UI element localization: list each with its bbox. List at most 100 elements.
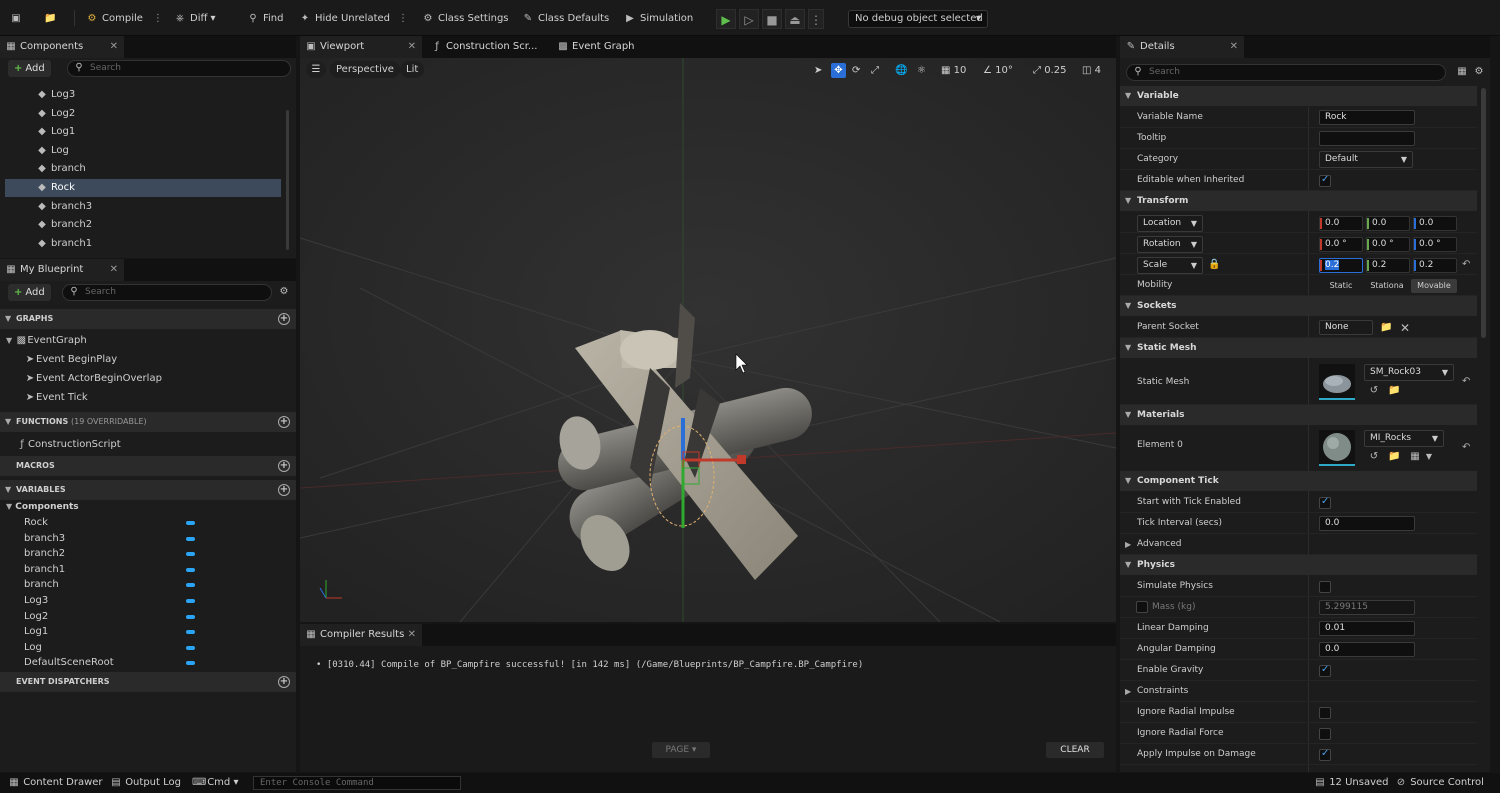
gear-icon[interactable]: ⚙ (278, 286, 290, 298)
variable-item[interactable]: Log (24, 640, 224, 655)
browse-asset-icon[interactable]: 📁 (1388, 451, 1400, 463)
component-tree-item[interactable]: ◆ Log2 (5, 105, 281, 123)
console-command-input[interactable]: Enter Console Command (253, 776, 461, 790)
ignore-radial-force-checkbox[interactable] (1319, 728, 1331, 740)
angular-damping-field[interactable]: 0.0 (1319, 642, 1415, 657)
location-x-field[interactable]: 0.0 (1319, 216, 1363, 231)
page-dropdown[interactable]: PAGE ▾ (652, 742, 710, 758)
enable-gravity-checkbox[interactable] (1319, 664, 1331, 677)
rotation-x-field[interactable]: 0.0 ° (1319, 237, 1363, 252)
sockets-section-header[interactable]: ▼ Sockets (1120, 296, 1477, 316)
scale-mode-dropdown[interactable]: Scale ▼ (1137, 257, 1203, 274)
browse-icon[interactable]: 📁 (44, 9, 60, 29)
rotation-y-field[interactable]: 0.0 ° (1366, 237, 1410, 252)
material-dropdown[interactable]: MI_Rocks ▼ (1364, 430, 1444, 447)
close-icon[interactable]: ✕ (110, 36, 118, 58)
lock-icon[interactable]: 🔒 (1208, 259, 1220, 271)
location-z-field[interactable]: 0.0 (1413, 216, 1457, 231)
tab-viewport[interactable]: ▣ Viewport ✕ (300, 36, 422, 58)
mobility-movable-option[interactable]: Movable (1411, 279, 1457, 293)
static-mesh-section-header[interactable]: ▼ Static Mesh (1120, 338, 1477, 358)
component-tree-item[interactable]: ◆ Log3 (5, 86, 281, 104)
variable-item[interactable]: branch2 (24, 546, 224, 561)
materials-section-header[interactable]: ▼ Materials (1120, 405, 1477, 425)
details-scrollbar[interactable] (1481, 88, 1486, 338)
tick-interval-field[interactable]: 0.0 (1319, 516, 1415, 531)
parent-socket-field[interactable]: None (1319, 320, 1373, 335)
tab-components[interactable]: ▦ Components ✕ (0, 36, 124, 58)
static-mesh-dropdown[interactable]: SM_Rock03 ▼ (1364, 364, 1454, 381)
rotation-mode-dropdown[interactable]: Rotation ▼ (1137, 236, 1203, 253)
component-tree-item[interactable]: ◆ branch1 (5, 235, 281, 253)
scale-mode-icon[interactable]: ⤢ (871, 63, 879, 78)
variable-item[interactable]: branch (24, 577, 224, 592)
component-tick-section-header[interactable]: ▼ Component Tick (1120, 471, 1477, 491)
browse-folder-icon[interactable]: 📁 (1380, 322, 1392, 334)
component-tree-item[interactable]: ◆ branch3 (5, 198, 281, 216)
variable-name-field[interactable]: Rock (1319, 110, 1415, 125)
variables-section-header[interactable]: ▼ VARIABLES + (0, 480, 296, 500)
component-tree-item[interactable]: ◆ Log1 (5, 123, 281, 141)
use-selected-icon[interactable]: ↺ (1368, 385, 1380, 397)
diff-button[interactable]: ⎈ Diff ▾ (174, 9, 216, 29)
level-viewport[interactable]: ☰ Perspective Lit (300, 58, 1116, 622)
reset-to-default-icon[interactable]: ↶ (1462, 442, 1470, 453)
variable-item[interactable]: Log1 (24, 624, 224, 639)
tab-construction-script[interactable]: ƒ Construction Scr... (426, 36, 546, 58)
chevron-down-icon[interactable]: ▼ (1423, 451, 1435, 463)
components-variable-group[interactable]: ▼ Components (6, 499, 79, 515)
variable-item[interactable]: DefaultSceneRoot (24, 655, 224, 670)
variable-item[interactable]: Log2 (24, 609, 224, 624)
source-control-button[interactable]: ⊘ Source Control (1395, 776, 1484, 790)
select-mode-icon[interactable]: ➤ (814, 63, 822, 78)
tab-event-graph[interactable]: ▩ Event Graph (552, 36, 652, 58)
class-defaults-button[interactable]: ✎ Class Defaults (522, 9, 609, 29)
rotation-z-field[interactable]: 0.0 ° (1413, 237, 1457, 252)
add-graph-icon[interactable]: + (278, 313, 290, 325)
mobility-static-option[interactable]: Static (1319, 279, 1363, 293)
close-icon[interactable]: ✕ (408, 624, 416, 646)
output-log-button[interactable]: ▤ Output Log (110, 776, 181, 790)
component-tree-item[interactable]: ◆ branch2 (5, 216, 281, 234)
advance-frame-button[interactable]: ▷ (739, 9, 759, 29)
constraints-row[interactable]: ▶ Constraints (1120, 681, 1477, 702)
components-search-input[interactable]: ⚲ Search (67, 60, 291, 77)
grid-snap-toggle[interactable]: ▦ 10 (941, 63, 966, 78)
variable-section-header[interactable]: ▼ Variable (1120, 86, 1477, 106)
table-view-icon[interactable]: ▦ (1456, 66, 1468, 78)
static-mesh-thumbnail[interactable] (1319, 364, 1355, 400)
category-dropdown[interactable]: Default ▼ (1319, 151, 1413, 168)
material-thumbnail[interactable] (1319, 430, 1355, 466)
class-settings-button[interactable]: ⚙ Class Settings (422, 9, 509, 29)
macros-section-header[interactable]: MACROS + (0, 456, 296, 476)
event-item[interactable]: ➤ Event ActorBeginOverlap (24, 369, 162, 388)
component-tree-item[interactable]: ◆ Rock (5, 179, 281, 197)
advanced-row[interactable]: ▶ Advanced (1120, 534, 1477, 555)
linear-damping-field[interactable]: 0.01 (1319, 621, 1415, 636)
world-local-icon[interactable]: 🌐 (895, 63, 907, 78)
scale-z-field[interactable]: 0.2 (1413, 258, 1457, 273)
material-options-icon[interactable]: ▦ (1409, 451, 1421, 463)
add-blueprint-item-button[interactable]: + Add (8, 284, 51, 301)
mass-override-checkbox[interactable] (1136, 601, 1148, 613)
clear-button[interactable]: CLEAR (1046, 742, 1104, 758)
debug-object-select[interactable]: No debug object selected ▾ (848, 10, 988, 28)
graphs-section-header[interactable]: ▼ GRAPHS + (0, 309, 296, 329)
close-icon[interactable]: ✕ (408, 36, 416, 58)
blueprint-search-input[interactable]: ⚲ Search (62, 284, 272, 301)
simulate-physics-checkbox[interactable] (1319, 581, 1331, 593)
physics-section-header[interactable]: ▼ Physics (1120, 555, 1477, 575)
perspective-button[interactable]: Perspective (330, 61, 400, 78)
unsaved-button[interactable]: ▤ 12 Unsaved (1314, 776, 1388, 790)
use-selected-icon[interactable]: ↺ (1368, 451, 1380, 463)
start-tick-checkbox[interactable] (1319, 496, 1331, 509)
play-options-button[interactable]: ⋮ (808, 9, 824, 29)
tooltip-field[interactable] (1319, 131, 1415, 146)
variable-item[interactable]: Rock (24, 515, 224, 530)
apply-impulse-checkbox[interactable] (1319, 748, 1331, 761)
add-function-icon[interactable]: + (278, 416, 290, 428)
editable-checkbox[interactable] (1319, 174, 1331, 187)
transform-section-header[interactable]: ▼ Transform (1120, 191, 1477, 211)
location-mode-dropdown[interactable]: Location ▼ (1137, 215, 1203, 232)
close-icon[interactable]: ✕ (110, 259, 118, 281)
